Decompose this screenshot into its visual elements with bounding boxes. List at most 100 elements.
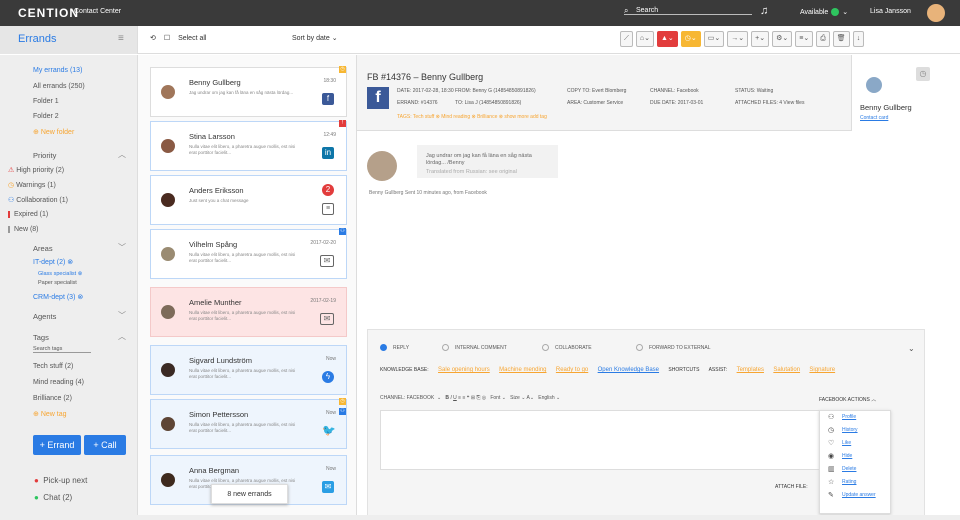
sidebar-item-all-errands[interactable]: All errands (250) bbox=[33, 83, 85, 90]
priority-header[interactable]: Priority bbox=[33, 151, 56, 160]
sidebar-item-collaboration[interactable]: ⚇ Collaboration (1) bbox=[8, 196, 68, 204]
list-button[interactable]: ≡⌄ bbox=[795, 31, 814, 47]
action-profile[interactable]: ⚇ Profile bbox=[820, 411, 890, 424]
action-like[interactable]: ♡ Like bbox=[820, 437, 890, 450]
chevron-down-icon[interactable]: ⌄ bbox=[908, 344, 915, 353]
chevron-down-icon[interactable]: ﹀ bbox=[118, 310, 126, 321]
size-select[interactable]: Size bbox=[510, 395, 520, 401]
sidebar-item-tag-tech[interactable]: Tech stuff (2) bbox=[33, 363, 73, 370]
sender-name: Stina Larsson bbox=[189, 132, 235, 141]
sidebar-item-glass[interactable]: Glass specialist ⊗ bbox=[38, 271, 82, 277]
contact-card-link[interactable]: Contact card bbox=[860, 115, 888, 121]
priority-button[interactable]: ▲⌄ bbox=[657, 31, 678, 47]
sender-name: Sigvard Lundström bbox=[189, 356, 252, 365]
list-item[interactable]: Amelie Munther Nulla vitae elit libero, … bbox=[150, 287, 347, 337]
chat-toggle[interactable]: ● Chat (2) bbox=[34, 493, 72, 502]
facebook-actions-header[interactable]: FACEBOOK ACTIONS ︿ bbox=[819, 396, 876, 403]
sidebar-item-expired[interactable]: Expired (1) bbox=[8, 211, 48, 218]
translation-note[interactable]: Translated from Russian: see original bbox=[426, 169, 549, 176]
kb-link[interactable]: Sale opening hours bbox=[438, 367, 490, 373]
reply-radio[interactable]: REPLY bbox=[380, 344, 409, 351]
action-hide[interactable]: ◉ Hide bbox=[820, 450, 890, 463]
action-update[interactable]: ✎ Update answer bbox=[820, 489, 890, 502]
language-select[interactable]: English bbox=[538, 395, 554, 401]
new-call-button[interactable]: + Call bbox=[84, 435, 126, 455]
assign-button[interactable]: ⌂⌄ bbox=[635, 31, 654, 47]
time: Now bbox=[325, 410, 336, 416]
menu-icon[interactable]: ≡ bbox=[118, 33, 124, 44]
tags-header[interactable]: Tags bbox=[33, 333, 49, 342]
areas-header[interactable]: Areas bbox=[33, 244, 53, 253]
sidebar-item-new[interactable]: New (8) bbox=[8, 226, 39, 233]
internal-comment-radio[interactable]: INTERNAL COMMENT bbox=[442, 344, 507, 351]
signature-link[interactable]: Signature bbox=[809, 367, 835, 373]
list-item[interactable]: ⚇ Vilhelm Spång Nulla vitae elit libero,… bbox=[150, 228, 347, 279]
folder-button[interactable]: ▭⌄ bbox=[703, 31, 725, 47]
sidebar-item-tag-brilliance[interactable]: Brilliance (2) bbox=[33, 395, 72, 402]
list-item[interactable]: ! Stina Larsson Nulla vitae elit libero,… bbox=[150, 120, 347, 171]
user-name[interactable]: Lisa Jansson bbox=[870, 8, 911, 15]
bell-icon[interactable]: ♫ bbox=[760, 5, 768, 17]
search-input[interactable]: ⌕ Search bbox=[624, 6, 752, 15]
sidebar-item-high-priority[interactable]: ⚠ High priority (2) bbox=[8, 166, 64, 174]
delete-button[interactable]: 🗑 bbox=[832, 31, 850, 47]
action-rating[interactable]: ☆ Rating bbox=[820, 476, 890, 489]
new-errands-toast[interactable]: 8 new errands bbox=[211, 484, 288, 504]
bottom-border bbox=[0, 515, 960, 520]
pickup-next[interactable]: ● Pick-up next bbox=[34, 476, 87, 485]
sidebar-item-my-errands[interactable]: My errands (13) bbox=[33, 67, 82, 74]
print-button[interactable]: ⎙ bbox=[816, 31, 830, 47]
shortcuts-dropdown[interactable]: SHORTCUTS bbox=[668, 367, 699, 373]
forward-button[interactable]: →⌄ bbox=[727, 31, 749, 47]
font-select[interactable]: Font bbox=[490, 395, 500, 401]
salutation-link[interactable]: Salutation bbox=[773, 367, 800, 373]
open-kb-link[interactable]: Open Knowledge Base bbox=[598, 367, 659, 373]
attach-file[interactable]: ATTACH FILE: bbox=[775, 484, 808, 490]
chevron-down-icon[interactable]: ﹀ bbox=[118, 242, 126, 253]
thumb-icon: ♡ bbox=[828, 440, 835, 447]
new-tag-link[interactable]: ⊕ New tag bbox=[33, 410, 67, 418]
list-item[interactable]: Anders Eriksson Just sent you a chat mes… bbox=[150, 175, 347, 225]
channel-select[interactable]: CHANNEL: FACEBOOK bbox=[380, 395, 434, 401]
sidebar-item-folder2[interactable]: Folder 2 bbox=[33, 113, 59, 120]
refresh-icon[interactable]: ⟲ bbox=[150, 35, 156, 42]
new-folder-link[interactable]: ⊕ New folder bbox=[33, 128, 74, 136]
avatar[interactable] bbox=[927, 4, 945, 22]
select-all-checkbox[interactable]: ☐ bbox=[164, 35, 170, 42]
reply-editor[interactable] bbox=[380, 410, 820, 470]
agents-header[interactable]: Agents bbox=[33, 312, 56, 321]
kb-link[interactable]: Machine mending bbox=[499, 367, 546, 373]
sidebar-item-tag-mind[interactable]: Mind reading (4) bbox=[33, 379, 84, 386]
list-item[interactable]: Sigvard Lundström Nulla vitae elit liber… bbox=[150, 345, 347, 395]
new-errand-button[interactable]: + Errand bbox=[33, 435, 81, 455]
sidebar-item-warnings[interactable]: ◷ Warnings (1) bbox=[8, 181, 56, 189]
templates-link[interactable]: Templates bbox=[737, 367, 764, 373]
toolbar: Errands ≡ ⟲ ☐ Select all Sort by date ⌄ … bbox=[0, 26, 960, 54]
chevron-up-icon[interactable]: ︿ bbox=[118, 331, 126, 342]
action-history[interactable]: ◷ History bbox=[820, 424, 890, 437]
tag-button[interactable]: +⌄ bbox=[751, 31, 770, 47]
sidebar-item-folder1[interactable]: Folder 1 bbox=[33, 98, 59, 105]
chevron-up-icon[interactable]: ︿ bbox=[118, 149, 126, 160]
meta-tags[interactable]: TAGS: Tech stuff ⊗ Mind reading ⊗ Brilli… bbox=[397, 114, 547, 120]
sidebar-item-paper[interactable]: Paper specialist bbox=[38, 280, 77, 286]
history-icon[interactable]: ◷ bbox=[916, 67, 930, 81]
download-button[interactable]: ↓ bbox=[852, 31, 865, 47]
list-item[interactable]: ◷ Benny Gullberg Jag undrar om jag kan f… bbox=[150, 66, 347, 117]
tag-search-input[interactable]: Search tags bbox=[33, 346, 91, 353]
list-item[interactable]: ◷ ⚇ Simon Pettersson Nulla vitae elit li… bbox=[150, 398, 347, 449]
sidebar-item-crm-dept[interactable]: CRM-dept (3) ⊗ bbox=[33, 293, 83, 301]
pin-button[interactable]: ⟋ bbox=[620, 31, 633, 47]
sidebar-item-it-dept[interactable]: IT-dept (2) ⊗ bbox=[33, 258, 73, 266]
preview-text: Just sent you a chat message bbox=[189, 198, 249, 203]
sort-dropdown[interactable]: Sort by date ⌄ bbox=[292, 34, 338, 42]
kb-link[interactable]: Ready to go bbox=[556, 367, 588, 373]
forward-radio[interactable]: FORWARD TO EXTERNAL bbox=[636, 344, 711, 351]
meta-files[interactable]: ATTACHED FILES: 4 View files bbox=[735, 100, 804, 106]
status-menu[interactable]: Available ⌄ bbox=[800, 8, 848, 17]
settings-button[interactable]: ⚙⌄ bbox=[772, 31, 793, 47]
collaborate-radio[interactable]: COLLABORATE bbox=[542, 344, 592, 351]
warning-button[interactable]: ◷⌄ bbox=[680, 31, 701, 47]
errands-title[interactable]: Errands bbox=[18, 33, 57, 45]
action-delete[interactable]: ▥ Delete bbox=[820, 463, 890, 476]
